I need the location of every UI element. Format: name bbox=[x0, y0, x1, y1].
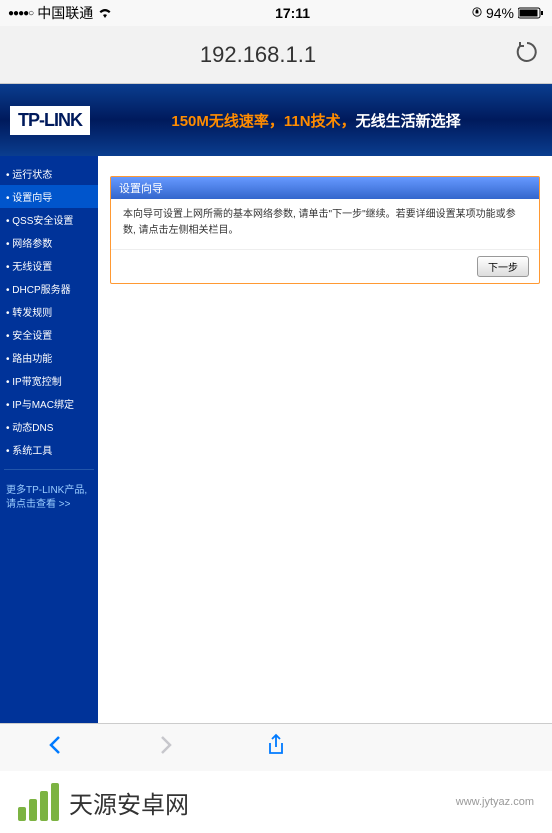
sidebar-item-wireless[interactable]: 无线设置 bbox=[0, 254, 98, 277]
sidebar-footer-text: 更多TP-LINK产品, bbox=[6, 484, 92, 498]
sidebar-item-ddns[interactable]: 动态DNS bbox=[0, 415, 98, 438]
signal-strength-icon: ●●●●○ bbox=[8, 8, 33, 19]
orientation-lock-icon bbox=[472, 5, 482, 21]
sidebar-item-network[interactable]: 网络参数 bbox=[0, 231, 98, 254]
sidebar-item-routing[interactable]: 路由功能 bbox=[0, 346, 98, 369]
watermark-brand: 天源安卓网 bbox=[69, 785, 189, 820]
status-left: ●●●●○ 中国联通 bbox=[8, 3, 113, 23]
header-tagline: 150M无线速率，11N技术，无线生活新选择 bbox=[90, 110, 542, 131]
status-bar: ●●●●○ 中国联通 17:11 94% bbox=[0, 0, 552, 26]
browser-address-bar: 192.168.1.1 bbox=[0, 26, 552, 84]
carrier-label: 中国联通 bbox=[37, 3, 93, 23]
sidebar-item-forward[interactable]: 转发规则 bbox=[0, 300, 98, 323]
wizard-box: 设置向导 本向导可设置上网所需的基本网络参数, 请单击"下一步"继续。若要详细设… bbox=[110, 176, 540, 284]
status-right: 94% bbox=[472, 5, 544, 21]
router-page-header: TP-LINK 150M无线速率，11N技术，无线生活新选择 bbox=[0, 84, 552, 156]
tagline-highlight: 150M无线速率，11N技术， bbox=[171, 113, 355, 130]
browser-toolbar bbox=[0, 723, 552, 771]
back-button[interactable] bbox=[43, 733, 67, 762]
sidebar-item-system[interactable]: 系统工具 bbox=[0, 438, 98, 461]
wizard-footer: 下一步 bbox=[111, 249, 539, 283]
main-panel: 设置向导 本向导可设置上网所需的基本网络参数, 请单击"下一步"继续。若要详细设… bbox=[98, 156, 552, 726]
sidebar-item-dhcp[interactable]: DHCP服务器 bbox=[0, 277, 98, 300]
share-button[interactable] bbox=[264, 733, 288, 762]
sidebar-item-bandwidth[interactable]: IP带宽控制 bbox=[0, 369, 98, 392]
battery-icon bbox=[518, 7, 544, 19]
sidebar-item-ipmac[interactable]: IP与MAC绑定 bbox=[0, 392, 98, 415]
watermark-logo-icon bbox=[18, 783, 59, 821]
battery-percent: 94% bbox=[486, 5, 514, 21]
sidebar-item-security[interactable]: 安全设置 bbox=[0, 323, 98, 346]
content-wrapper: 运行状态 设置向导 QSS安全设置 网络参数 无线设置 DHCP服务器 转发规则… bbox=[0, 156, 552, 726]
sidebar-nav: 运行状态 设置向导 QSS安全设置 网络参数 无线设置 DHCP服务器 转发规则… bbox=[0, 156, 98, 726]
clock-time: 17:11 bbox=[113, 5, 472, 21]
forward-button[interactable] bbox=[154, 733, 178, 762]
tagline-rest: 无线生活新选择 bbox=[356, 113, 461, 130]
sidebar-item-status[interactable]: 运行状态 bbox=[0, 162, 98, 185]
tplink-logo: TP-LINK bbox=[10, 106, 90, 135]
wizard-body-text: 本向导可设置上网所需的基本网络参数, 请单击"下一步"继续。若要详细设置某项功能… bbox=[111, 199, 539, 249]
wifi-icon bbox=[97, 5, 113, 21]
sidebar-footer-link[interactable]: 请点击查看 >> bbox=[6, 498, 92, 512]
wizard-title: 设置向导 bbox=[111, 177, 539, 199]
reload-icon[interactable] bbox=[514, 39, 540, 70]
watermark: 天源安卓网 www.jytyaz.com bbox=[0, 771, 552, 833]
sidebar-item-wizard[interactable]: 设置向导 bbox=[0, 185, 98, 208]
url-field[interactable]: 192.168.1.1 bbox=[12, 42, 504, 68]
sidebar-footer: 更多TP-LINK产品, 请点击查看 >> bbox=[0, 478, 98, 518]
watermark-url: www.jytyaz.com bbox=[456, 796, 534, 808]
next-button[interactable]: 下一步 bbox=[477, 256, 529, 277]
sidebar-item-qss[interactable]: QSS安全设置 bbox=[0, 208, 98, 231]
sidebar-divider bbox=[4, 469, 94, 470]
